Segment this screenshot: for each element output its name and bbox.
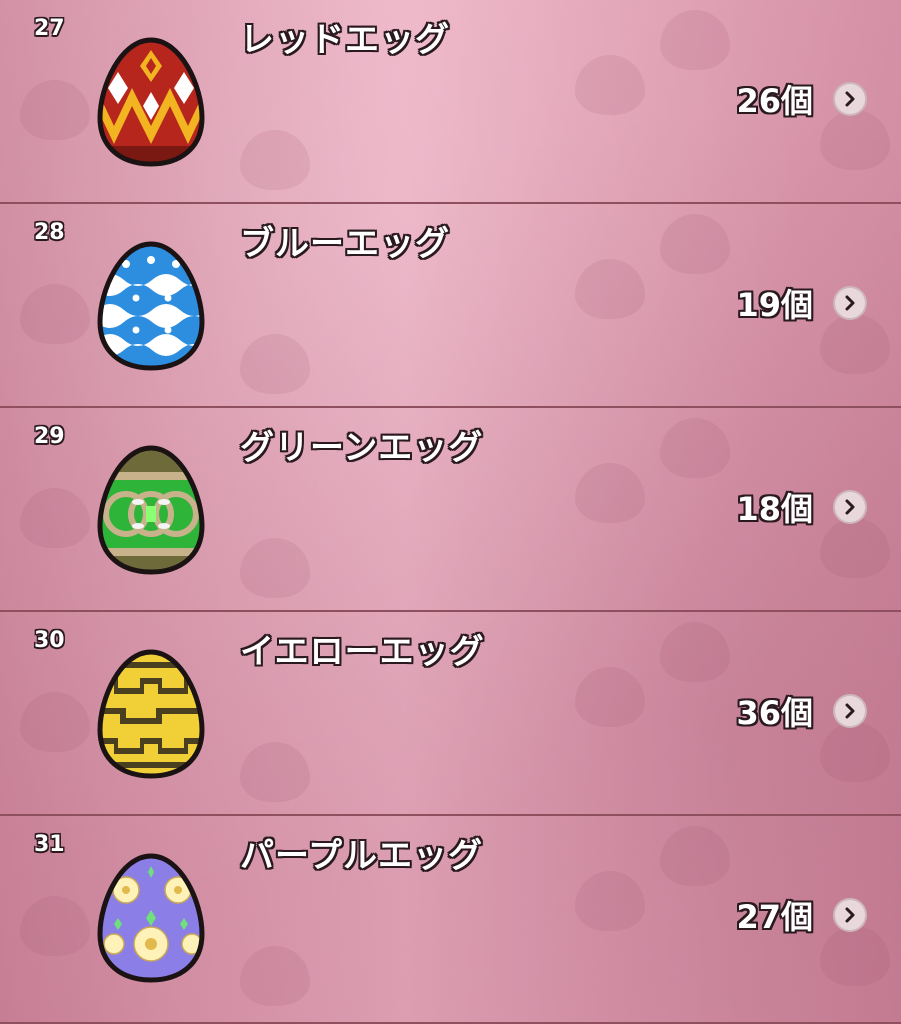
list-item-red-egg[interactable]: 27 レッドエッグ 26個 [0, 0, 901, 204]
slime-watermark-icon [20, 692, 90, 752]
slime-watermark-icon [575, 259, 645, 319]
chevron-right-icon[interactable] [833, 898, 867, 932]
slime-watermark-icon [575, 871, 645, 931]
slime-watermark-icon [660, 418, 730, 478]
item-count: 19個 [736, 286, 813, 324]
chevron-right-icon[interactable] [833, 286, 867, 320]
item-count: 26個 [736, 82, 813, 120]
chevron-right-icon[interactable] [833, 490, 867, 524]
slime-watermark-icon [820, 314, 890, 374]
slime-watermark-icon [20, 284, 90, 344]
yellow-egg-icon [96, 648, 206, 780]
slime-watermark-icon [20, 896, 90, 956]
slime-watermark-icon [20, 488, 90, 548]
item-name: ブルーエッグ [240, 224, 450, 264]
slime-watermark-icon [575, 55, 645, 115]
red-egg-icon [96, 36, 206, 168]
slime-watermark-icon [240, 946, 310, 1006]
slime-watermark-icon [820, 722, 890, 782]
item-count: 18個 [736, 490, 813, 528]
list-item-purple-egg[interactable]: 31 パープルエッグ 27個 [0, 816, 901, 1024]
slime-watermark-icon [820, 926, 890, 986]
egg-list: 27 レッドエッグ 26個 28 ブルーエッグ 19個 29 グリーンエッグ 1… [0, 0, 901, 1024]
slime-watermark-icon [660, 826, 730, 886]
chevron-right-icon[interactable] [833, 82, 867, 116]
list-item-green-egg[interactable]: 29 グリーンエッグ 18個 [0, 408, 901, 612]
slime-watermark-icon [820, 110, 890, 170]
item-number: 30 [34, 628, 65, 653]
item-count: 27個 [736, 898, 813, 936]
item-number: 29 [34, 424, 65, 449]
slime-watermark-icon [820, 518, 890, 578]
slime-watermark-icon [660, 214, 730, 274]
slime-watermark-icon [240, 742, 310, 802]
slime-watermark-icon [575, 463, 645, 523]
list-item-blue-egg[interactable]: 28 ブルーエッグ 19個 [0, 204, 901, 408]
green-egg-icon [96, 444, 206, 576]
slime-watermark-icon [660, 622, 730, 682]
slime-watermark-icon [660, 10, 730, 70]
item-number: 31 [34, 832, 65, 857]
item-count: 36個 [736, 694, 813, 732]
slime-watermark-icon [575, 667, 645, 727]
item-number: 27 [34, 16, 65, 41]
slime-watermark-icon [240, 334, 310, 394]
slime-watermark-icon [240, 538, 310, 598]
item-name: グリーンエッグ [240, 428, 484, 468]
item-name: レッドエッグ [240, 20, 450, 60]
list-item-yellow-egg[interactable]: 30 イエローエッグ 36個 [0, 612, 901, 816]
slime-watermark-icon [20, 80, 90, 140]
slime-watermark-icon [240, 130, 310, 190]
chevron-right-icon[interactable] [833, 694, 867, 728]
purple-egg-icon [96, 852, 206, 984]
item-name: イエローエッグ [240, 632, 485, 672]
item-number: 28 [34, 220, 65, 245]
blue-egg-icon [96, 240, 206, 372]
item-name: パープルエッグ [240, 836, 483, 876]
